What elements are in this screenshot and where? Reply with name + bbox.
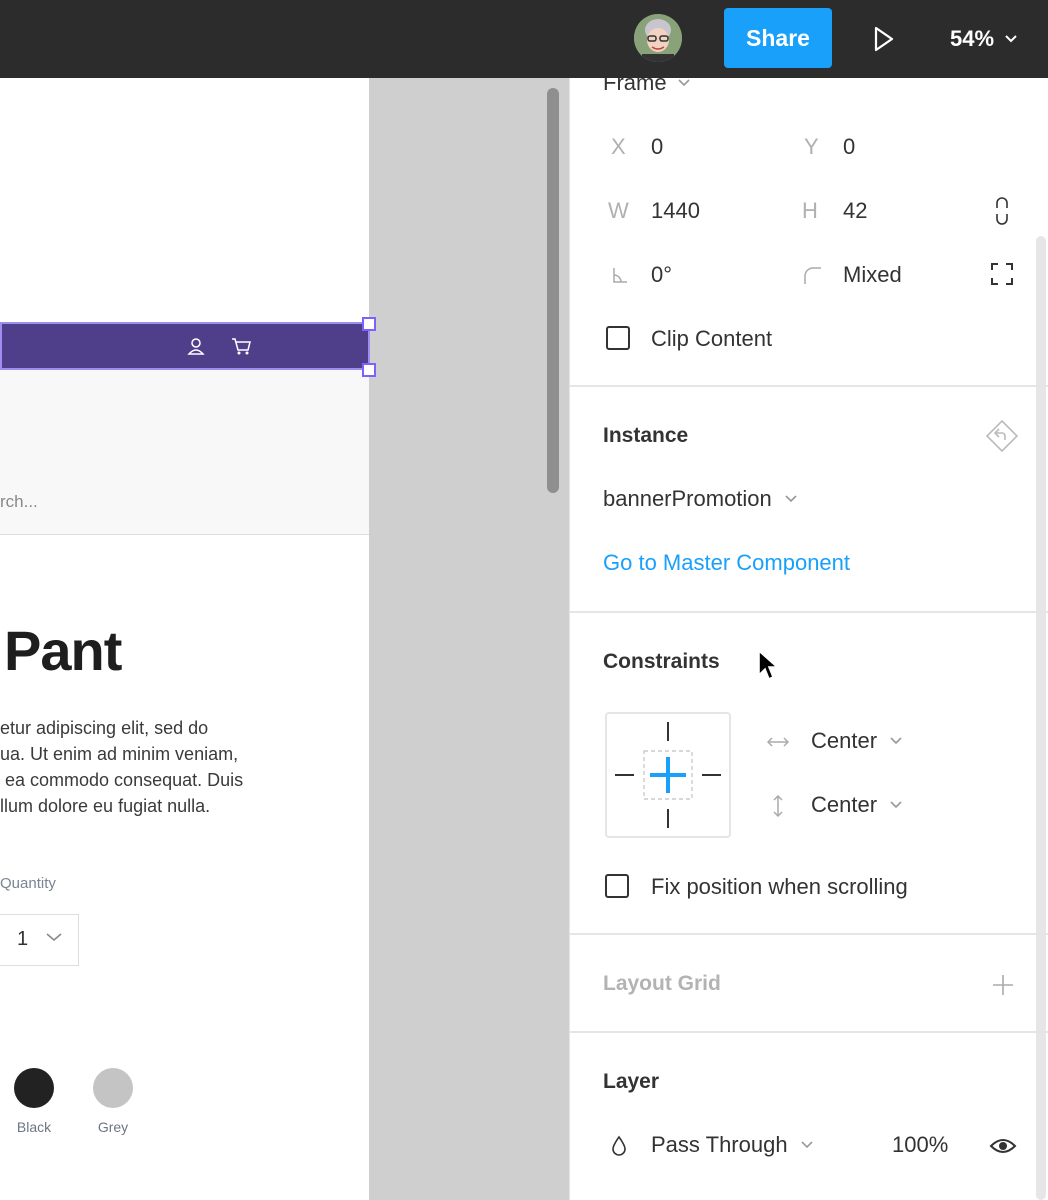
vertical-constraint-dropdown[interactable]: Center	[811, 792, 903, 818]
go-to-master-component-link[interactable]: Go to Master Component	[603, 550, 850, 576]
independent-corners-icon[interactable]	[990, 262, 1014, 286]
artboard-frame[interactable]: rch... Pant etur adipiscing elit, sed do…	[0, 78, 369, 1200]
product-title: Pant	[4, 619, 122, 682]
present-button[interactable]	[870, 24, 898, 54]
plus-icon	[993, 975, 1013, 995]
eye-icon[interactable]	[988, 1134, 1018, 1158]
chevron-down-icon	[785, 495, 797, 503]
horizontal-arrows-icon	[766, 732, 790, 752]
rotation-icon	[610, 264, 630, 286]
constraints-widget[interactable]	[605, 712, 731, 838]
clip-content-label: Clip Content	[651, 326, 773, 351]
play-icon	[874, 26, 894, 52]
frame-type-dropdown[interactable]: Frame	[603, 78, 691, 96]
resize-handle[interactable]	[362, 363, 376, 377]
section-divider	[570, 933, 1048, 935]
chevron-down-icon	[46, 933, 62, 942]
blend-mode-dropdown[interactable]: Pass Through	[651, 1132, 814, 1158]
w-label: W	[608, 198, 629, 223]
horizontal-constraint-dropdown[interactable]: Center	[811, 728, 903, 754]
corner-radius-input[interactable]: Mixed	[843, 262, 902, 288]
x-label: X	[611, 134, 626, 159]
constrain-proportions-icon[interactable]	[992, 196, 1012, 226]
x-input[interactable]: 0	[651, 134, 663, 160]
zoom-level: 54%	[950, 26, 995, 51]
layer-section-title: Layer	[603, 1070, 660, 1093]
chevron-down-icon	[1005, 35, 1017, 43]
panel-scrollbar[interactable]	[1036, 236, 1046, 1200]
section-divider	[570, 385, 1048, 387]
quantity-value: 1	[17, 928, 29, 950]
detach-instance-icon[interactable]	[984, 418, 1020, 454]
fix-position-label: Fix position when scrolling	[651, 874, 908, 899]
product-description: etur adipiscing elit, sed do ua. Ut enim…	[0, 715, 369, 819]
chevron-down-icon	[801, 1141, 813, 1149]
vertical-constraint-value: Center	[811, 792, 878, 817]
section-divider	[570, 1031, 1048, 1033]
color-swatch-black[interactable]	[14, 1068, 54, 1108]
section-divider	[570, 611, 1048, 613]
quantity-label: Quantity	[0, 875, 56, 892]
h-label: H	[802, 198, 818, 223]
properties-panel: Frame X 0 Y 0 W 1440 H 42 0° Mixed Clip …	[569, 78, 1048, 1200]
vertical-arrows-icon	[768, 794, 788, 818]
swatch-label: Grey	[97, 1119, 129, 1135]
add-layout-grid-button[interactable]	[990, 972, 1016, 998]
frame-label: Frame	[603, 78, 667, 95]
zoom-dropdown[interactable]: 54%	[950, 24, 1018, 54]
fix-position-checkbox[interactable]	[605, 874, 629, 898]
resize-handle[interactable]	[362, 317, 376, 331]
swatch-label: Black	[16, 1119, 52, 1135]
opacity-input[interactable]: 100%	[892, 1132, 948, 1158]
height-input[interactable]: 42	[843, 198, 867, 224]
clip-content-checkbox[interactable]	[606, 326, 630, 350]
layout-grid-section-title: Layout Grid	[603, 972, 721, 995]
mouse-cursor-icon	[756, 648, 782, 684]
description-line: ua. Ut enim ad minim veniam,	[0, 744, 239, 764]
description-line: ea commodo consequat. Duis	[0, 770, 244, 790]
corner-radius-icon	[801, 264, 823, 286]
instance-name: bannerPromotion	[603, 486, 772, 511]
chevron-down-icon	[677, 79, 690, 87]
share-button[interactable]: Share	[724, 8, 832, 68]
quantity-select[interactable]: 1	[0, 914, 79, 966]
search-placeholder: rch...	[0, 492, 38, 511]
instance-swap-dropdown[interactable]: bannerPromotion	[603, 486, 798, 512]
instance-section-title: Instance	[603, 424, 689, 447]
rotation-input[interactable]: 0°	[651, 262, 672, 288]
header-area	[0, 370, 369, 535]
canvas-scrollbar[interactable]	[547, 88, 559, 493]
description-line: llum dolore eu fugiat nulla.	[0, 796, 211, 816]
y-label: Y	[804, 134, 819, 159]
description-line: etur adipiscing elit, sed do	[0, 718, 209, 738]
constraints-section-title: Constraints	[603, 650, 720, 673]
drop-icon	[610, 1134, 628, 1158]
cart-icon	[232, 338, 251, 355]
user-avatar[interactable]	[634, 14, 682, 62]
design-canvas[interactable]: rch... Pant etur adipiscing elit, sed do…	[0, 78, 569, 1200]
width-input[interactable]: 1440	[651, 198, 700, 224]
color-swatch-grey[interactable]	[93, 1068, 133, 1108]
blend-mode-value: Pass Through	[651, 1132, 788, 1157]
user-icon	[187, 338, 205, 355]
top-toolbar: Share 54%	[0, 0, 1048, 78]
y-input[interactable]: 0	[843, 134, 855, 160]
chevron-down-icon	[890, 801, 902, 809]
chevron-down-icon	[890, 737, 902, 745]
banner-promotion-instance[interactable]	[0, 323, 370, 369]
horizontal-constraint-value: Center	[811, 728, 878, 753]
